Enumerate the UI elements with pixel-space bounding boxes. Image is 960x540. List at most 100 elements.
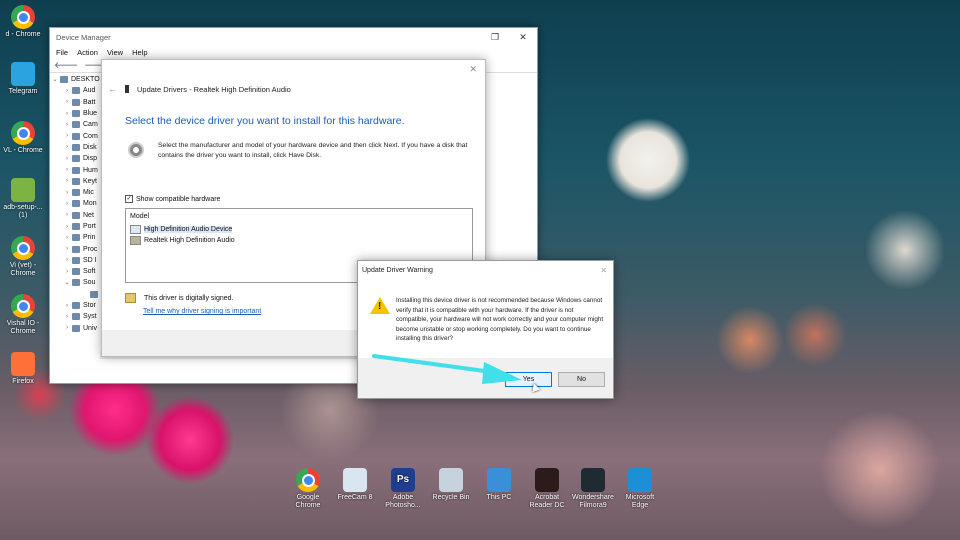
desktop-icon[interactable]: Google Chrome — [285, 468, 331, 510]
menu-file[interactable]: File — [56, 48, 68, 57]
this-pc-icon — [487, 468, 511, 492]
expand-arrow-icon[interactable]: › — [62, 122, 72, 128]
desktop-icon-label: Adobe Photosho... — [385, 494, 421, 509]
desktop-icon[interactable]: FreeCam 8 — [332, 468, 378, 502]
tree-item-label: Keyt — [83, 177, 98, 185]
close-icon[interactable]: ✕ — [509, 32, 537, 43]
tree-item-label: DESKTO — [71, 76, 100, 84]
expand-arrow-icon[interactable]: › — [62, 235, 72, 241]
expand-arrow-icon[interactable]: › — [62, 201, 72, 207]
tree-item-label: Blue — [83, 110, 98, 118]
desktop-icon-label: Acrobat Reader DC — [529, 494, 565, 509]
expand-arrow-icon[interactable]: › — [62, 325, 72, 331]
desktop-icon[interactable]: Wondershare Filmora9 — [570, 468, 616, 510]
desktop-icon-label: Telegram — [8, 88, 38, 95]
menu-view[interactable]: View — [107, 48, 123, 57]
desktop-icon-label: adb-setup-... (1) — [3, 204, 43, 219]
dialog-heading: Select the device driver you want to ins… — [125, 115, 405, 127]
device-category-icon — [60, 76, 68, 84]
device-category-icon — [72, 234, 80, 242]
tree-item-label: Mon — [83, 200, 97, 208]
expand-arrow-icon[interactable]: › — [62, 314, 72, 320]
device-category-icon — [72, 313, 80, 321]
desktop-icon-label: Google Chrome — [295, 494, 321, 509]
device-category-icon — [72, 166, 80, 174]
driver-signing-link[interactable]: Tell me why driver signing is important — [143, 308, 261, 315]
warning-title: Update Driver Warning — [362, 266, 433, 274]
freecam-icon — [343, 468, 367, 492]
expand-arrow-icon[interactable]: › — [62, 212, 72, 218]
android-icon — [11, 178, 35, 202]
expand-arrow-icon[interactable]: ⌄ — [62, 279, 72, 286]
yes-button[interactable]: Yes — [505, 372, 552, 387]
recycle-bin-icon — [439, 468, 463, 492]
list-item[interactable]: High Definition Audio Device — [126, 224, 472, 235]
chrome-icon — [11, 5, 35, 29]
device-category-icon — [72, 200, 80, 208]
desktop-icon[interactable]: Vi (vet) - Chrome — [0, 236, 46, 278]
device-category-icon — [90, 290, 98, 298]
dialog-title: Update Drivers - Realtek High Definition… — [137, 84, 291, 94]
model-name: High Definition Audio Device — [144, 226, 233, 233]
expand-arrow-icon[interactable]: › — [62, 144, 72, 150]
desktop-icon[interactable]: This PC — [476, 468, 522, 502]
desktop-icon[interactable]: Microsoft Edge — [617, 468, 663, 510]
list-item[interactable]: Realtek High Definition Audio — [126, 235, 472, 246]
device-category-icon — [72, 155, 80, 163]
desktop-icon[interactable]: Firefox — [0, 352, 46, 386]
desktop-icon[interactable]: VL - Chrome — [0, 121, 46, 155]
window-title: Device Manager — [56, 32, 111, 42]
desktop-icon-label: FreeCam 8 — [337, 494, 373, 501]
expand-arrow-icon[interactable]: › — [62, 111, 72, 117]
desktop-icon-label: Vishal IO - Chrome — [6, 320, 40, 335]
expand-arrow-icon[interactable]: › — [62, 133, 72, 139]
show-compatible-checkbox[interactable]: ✓ Show compatible hardware — [125, 195, 220, 203]
desktop-icon[interactable]: Ps Adobe Photosho... — [380, 468, 426, 510]
driver-icon — [130, 236, 141, 245]
no-button[interactable]: No — [558, 372, 605, 387]
tree-item-label: Hum — [83, 166, 98, 174]
desktop-icon-label: Firefox — [12, 378, 34, 385]
restore-icon[interactable]: ❐ — [481, 32, 509, 43]
device-category-icon — [72, 98, 80, 106]
expand-arrow-icon[interactable]: › — [62, 167, 72, 173]
chrome-icon — [11, 236, 35, 260]
close-icon[interactable]: ✕ — [469, 64, 477, 75]
desktop-icon-label: d - Chrome — [5, 31, 41, 38]
expand-arrow-icon[interactable]: › — [62, 303, 72, 309]
desktop-icon[interactable]: adb-setup-... (1) — [0, 178, 46, 220]
dialog-description: Select the manufacturer and model of you… — [158, 142, 468, 159]
desktop-icon-label: Microsoft Edge — [625, 494, 655, 509]
desktop-icon[interactable]: Vishal IO - Chrome — [0, 294, 46, 336]
device-category-icon — [72, 87, 80, 95]
tree-item-label: Stor — [83, 302, 96, 310]
expand-arrow-icon[interactable]: › — [62, 246, 72, 252]
desktop-icon[interactable]: d - Chrome — [0, 5, 46, 39]
checkbox-icon[interactable]: ✓ — [125, 195, 133, 203]
tree-item-label: Sou — [83, 279, 96, 287]
menu-bar: File Action View Help — [50, 46, 537, 58]
expand-arrow-icon[interactable]: › — [62, 178, 72, 184]
chrome-icon — [11, 294, 35, 318]
back-arrow-icon[interactable]: ← — [108, 84, 117, 94]
desktop-icon[interactable]: Acrobat Reader DC — [524, 468, 570, 510]
desktop-icon-label: Wondershare Filmora9 — [572, 494, 614, 509]
expand-arrow-icon[interactable]: › — [62, 190, 72, 196]
expand-arrow-icon[interactable]: › — [62, 156, 72, 162]
close-icon[interactable]: ✕ — [600, 266, 607, 275]
expand-arrow-icon[interactable]: › — [62, 269, 72, 275]
expand-arrow-icon[interactable]: › — [62, 257, 72, 263]
back-arrow-icon[interactable]: 🡐 — [54, 60, 78, 71]
menu-action[interactable]: Action — [77, 48, 98, 57]
expand-arrow-icon[interactable]: ⌄ — [50, 76, 60, 83]
desktop-icon[interactable]: Recycle Bin — [428, 468, 474, 502]
firefox-icon — [11, 352, 35, 376]
tree-item-label: Net — [83, 211, 94, 219]
expand-arrow-icon[interactable]: › — [62, 99, 72, 105]
expand-arrow-icon[interactable]: › — [62, 88, 72, 94]
menu-help[interactable]: Help — [132, 48, 147, 57]
desktop-icon[interactable]: Telegram — [0, 62, 46, 96]
device-icon — [125, 85, 129, 93]
expand-arrow-icon[interactable]: › — [62, 224, 72, 230]
chrome-icon — [11, 121, 35, 145]
